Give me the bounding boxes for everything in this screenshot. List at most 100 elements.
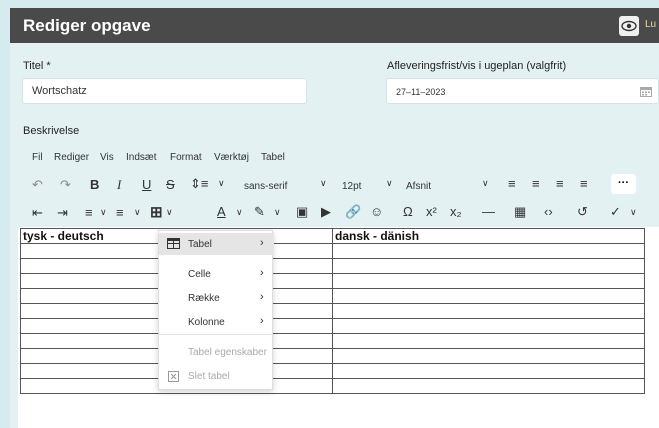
table-cell[interactable]: [332, 273, 645, 289]
title-field[interactable]: Wortschatz: [22, 78, 307, 104]
highlight-color-icon[interactable]: ✎: [254, 204, 265, 220]
indent-icon[interactable]: ⇥: [57, 205, 68, 221]
italic-icon[interactable]: I: [117, 177, 121, 193]
table-cell[interactable]: dansk - dänish: [332, 228, 645, 244]
line-height-icon[interactable]: ⇕≡: [190, 176, 208, 192]
font-size-select[interactable]: 12pt: [342, 181, 361, 192]
menu-item-label: Kolonne: [188, 317, 225, 328]
table-cell[interactable]: [332, 378, 645, 394]
chevron-down-icon[interactable]: ∨: [482, 178, 489, 189]
chevron-down-icon[interactable]: ∨: [386, 178, 393, 189]
menu-item-label: Celle: [188, 269, 211, 280]
print-icon[interactable]: ▦: [514, 204, 526, 220]
table-dropdown-menu: Tabel › Celle › Række › Kolonne › Tabel …: [158, 230, 274, 390]
chevron-down-icon[interactable]: ∨: [134, 207, 141, 218]
image-icon[interactable]: ▣: [296, 204, 308, 220]
align-left-icon[interactable]: ≡: [508, 176, 516, 191]
calendar-icon[interactable]: [640, 86, 652, 97]
source-code-icon[interactable]: ‹›: [544, 204, 553, 219]
table-row: [20, 258, 645, 274]
table-cell[interactable]: [332, 303, 645, 319]
description-label: Beskrivelse: [23, 125, 80, 137]
table-icon: [167, 238, 180, 249]
link-icon[interactable]: 🔗: [345, 204, 361, 220]
menu-divider: [159, 334, 274, 335]
table-cell[interactable]: [332, 243, 645, 259]
deadline-field[interactable]: 27–11–2023: [386, 78, 659, 104]
strikethrough-icon[interactable]: S: [166, 177, 175, 192]
table-row: [20, 318, 645, 334]
table-row: [20, 303, 645, 319]
menu-item-celle[interactable]: Celle ›: [159, 263, 274, 285]
redo-icon[interactable]: ↷: [60, 177, 71, 193]
history-icon[interactable]: ↺: [577, 204, 588, 220]
table-cell[interactable]: [332, 363, 645, 379]
table-row: [20, 288, 645, 304]
table-row: [20, 333, 645, 349]
text-color-icon[interactable]: A: [217, 204, 226, 219]
chevron-down-icon[interactable]: ∨: [166, 207, 173, 218]
align-center-icon[interactable]: ≡: [532, 176, 540, 191]
title-value: Wortschatz: [32, 85, 87, 97]
toolbar-row-2: ⇤ ⇥ ≡ ∨ ≡ ∨ ⊞ ∨ A ∨ ✎ ∨ ▣ ▶ 🔗 ☺ Ω x² x₂ …: [22, 199, 659, 227]
menu-tabel[interactable]: Tabel: [261, 152, 285, 163]
numbered-list-icon[interactable]: ≡: [85, 205, 93, 220]
underline-icon[interactable]: U: [142, 177, 151, 192]
vocabulary-table[interactable]: tysk - deutsch dansk - dänish: [20, 228, 645, 394]
menu-fil[interactable]: Fil: [32, 152, 43, 163]
align-right-icon[interactable]: ≡: [556, 176, 564, 191]
preview-button[interactable]: [619, 16, 639, 36]
menu-item-label: Tabel: [188, 239, 212, 250]
table-cell[interactable]: [332, 318, 645, 334]
table-cell[interactable]: [332, 258, 645, 274]
chevron-down-icon[interactable]: ∨: [218, 178, 225, 189]
bullet-list-icon[interactable]: ≡: [116, 205, 124, 220]
chevron-right-icon: ›: [260, 267, 264, 279]
chevron-down-icon[interactable]: ∨: [320, 178, 327, 189]
menu-vaerktoej[interactable]: Værktøj: [214, 152, 249, 163]
align-justify-icon[interactable]: ≡: [580, 176, 588, 191]
table-row: tysk - deutsch dansk - dänish: [20, 228, 645, 244]
menu-item-tabel[interactable]: Tabel ›: [159, 233, 274, 255]
subscript-icon[interactable]: x₂: [450, 204, 462, 219]
editor-content[interactable]: tysk - deutsch dansk - dänish: [18, 227, 659, 428]
menu-indsaet[interactable]: Indsæt: [126, 152, 157, 163]
menu-item-label: Slet tabel: [188, 371, 230, 382]
bold-icon[interactable]: B: [90, 177, 99, 192]
spellcheck-icon[interactable]: ✓: [610, 204, 621, 220]
media-icon[interactable]: ▶: [321, 204, 331, 220]
menu-vis[interactable]: Vis: [100, 152, 114, 163]
chevron-right-icon: ›: [260, 315, 264, 327]
chevron-down-icon[interactable]: ∨: [630, 207, 637, 218]
emoji-icon[interactable]: ☺: [370, 204, 383, 219]
menu-rediger[interactable]: Rediger: [54, 152, 89, 163]
outdent-icon[interactable]: ⇤: [32, 205, 43, 221]
table-cell[interactable]: [332, 333, 645, 349]
deadline-label: Afleveringsfrist/vis i ugeplan (valgfrit…: [387, 60, 567, 72]
chevron-down-icon[interactable]: ∨: [236, 207, 243, 218]
menu-item-kolonne[interactable]: Kolonne ›: [159, 311, 274, 333]
font-family-select[interactable]: sans-serif: [244, 181, 287, 192]
menu-item-raekke[interactable]: Række ›: [159, 287, 274, 309]
menu-format[interactable]: Format: [170, 152, 202, 163]
chevron-down-icon[interactable]: ∨: [274, 207, 281, 218]
table-row: [20, 273, 645, 289]
menu-item-tabel-egenskaber: Tabel egenskaber: [159, 341, 274, 363]
special-character-icon[interactable]: Ω: [403, 204, 413, 219]
chevron-right-icon: ›: [260, 237, 264, 249]
close-link[interactable]: Lu: [645, 19, 656, 30]
toolbar-row-1: ↶ ↷ B I U S ⇕≡ ∨ sans-serif ∨ 12pt ∨ Afs…: [22, 171, 659, 199]
more-button[interactable]: ···: [611, 174, 636, 194]
superscript-icon[interactable]: x²: [426, 204, 437, 219]
horizontal-line-icon[interactable]: —: [482, 204, 495, 219]
deadline-value: 27–11–2023: [396, 87, 446, 97]
chevron-down-icon[interactable]: ∨: [100, 207, 107, 218]
table-cell[interactable]: [332, 288, 645, 304]
eye-icon: [621, 20, 637, 32]
undo-icon[interactable]: ↶: [32, 177, 43, 193]
table-icon[interactable]: ⊞: [150, 203, 163, 221]
dialog-titlebar: Rediger opgave Lu: [10, 8, 659, 43]
block-format-select[interactable]: Afsnit: [406, 181, 431, 192]
table-row: [20, 348, 645, 364]
table-cell[interactable]: [332, 348, 645, 364]
